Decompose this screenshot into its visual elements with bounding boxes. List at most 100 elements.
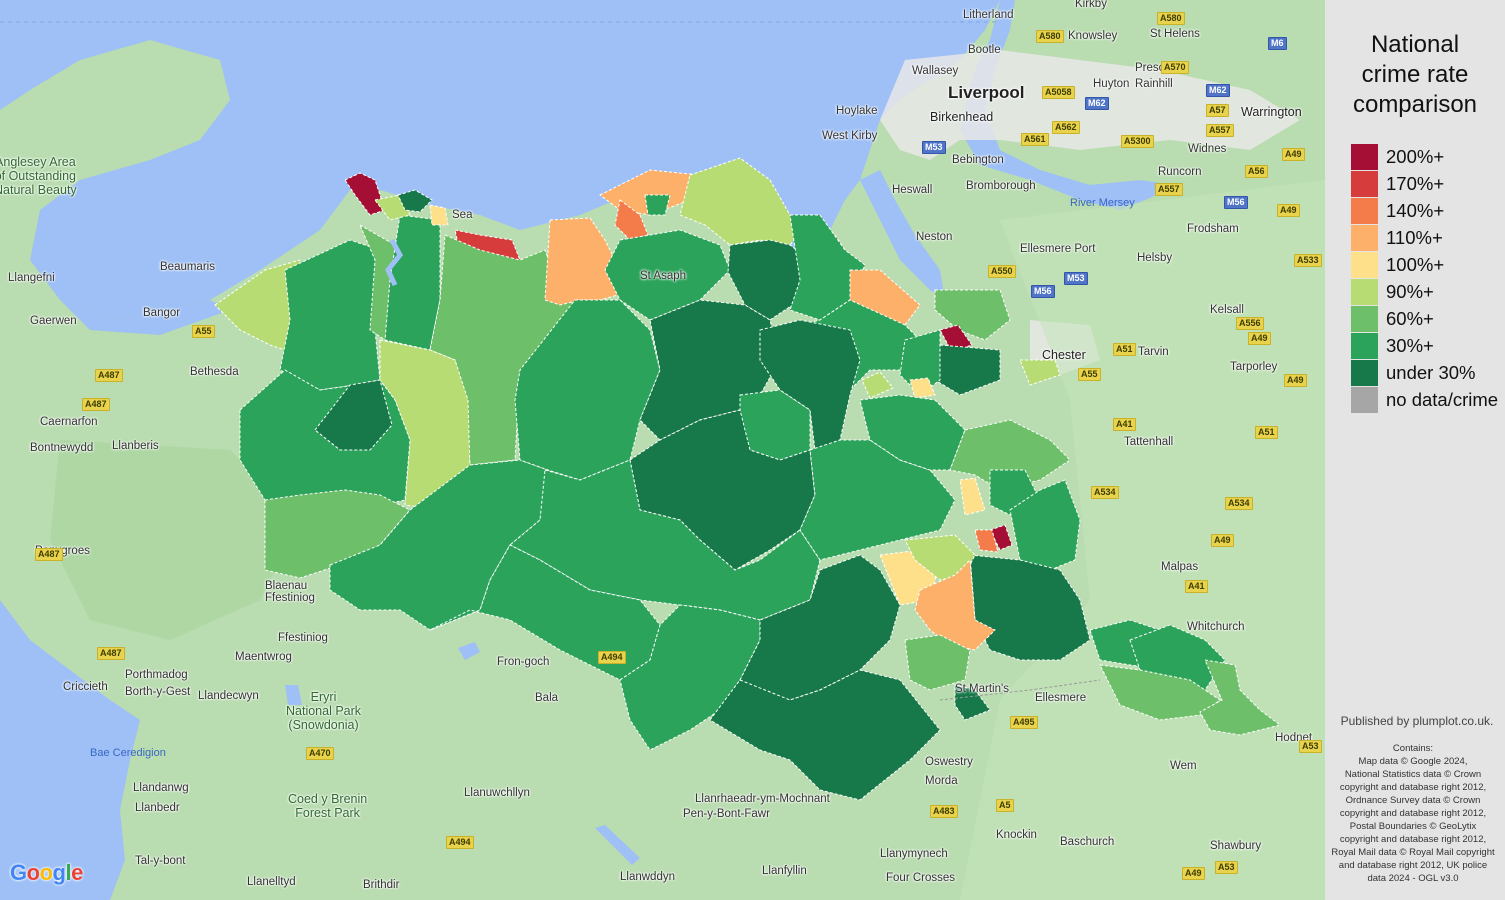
place-label: Knockin <box>996 829 1037 841</box>
road-shield: A53 <box>1299 740 1322 753</box>
place-label: Llanrhaeadr-ym-Mochnant <box>695 793 830 805</box>
road-shield: A562 <box>1052 121 1080 134</box>
place-label: Hoylake <box>836 105 878 117</box>
place-label: St Helens <box>1150 28 1200 40</box>
legend-label: 140%+ <box>1386 199 1445 221</box>
place-label: Llandanwg <box>133 782 189 794</box>
legend-label: 200%+ <box>1386 145 1445 167</box>
place-label: Heswall <box>892 184 933 196</box>
place-label: Bontnewydd <box>30 442 94 454</box>
road-shield: A49 <box>1182 867 1205 880</box>
road-shield: A534 <box>1091 486 1119 499</box>
place-label: Helsby <box>1137 252 1173 264</box>
place-label: Tarporley <box>1230 361 1278 373</box>
road-shield: A557 <box>1155 183 1183 196</box>
place-label: Sea <box>452 209 473 221</box>
road-shield: A580 <box>1157 12 1185 25</box>
road-shield: A5300 <box>1121 135 1154 148</box>
legend-swatch <box>1351 278 1378 305</box>
place-label: Malpas <box>1161 561 1199 573</box>
place-label: Birkenhead <box>930 110 994 124</box>
place-label: Llanelltyd <box>247 876 296 888</box>
road-shield: A49 <box>1284 374 1307 387</box>
google-logo: Google <box>10 860 83 885</box>
place-label: Anglesey Area of Outstanding Natural Bea… <box>0 155 77 197</box>
road-shield: A41 <box>1113 418 1136 431</box>
legend-item: 140%+ <box>1351 197 1444 224</box>
place-label: Criccieth <box>63 681 108 693</box>
legend-swatch <box>1351 332 1378 359</box>
region-mold-pt1 <box>861 371 894 399</box>
legend-label: 110%+ <box>1386 226 1443 248</box>
place-label: Runcorn <box>1158 166 1202 178</box>
region-ceiriog <box>709 669 941 801</box>
place-label: Ffestiniog <box>278 632 328 644</box>
road-shield: A561 <box>1021 133 1049 146</box>
place-label: Llangefni <box>8 272 55 284</box>
place-label: Llanwddyn <box>620 871 675 883</box>
place-label: Ellesmere Port <box>1020 243 1096 255</box>
legend-label: 30%+ <box>1386 334 1434 356</box>
road-shield: A55 <box>1078 368 1101 381</box>
legend-item: under 30% <box>1351 359 1475 386</box>
region-rossett-e <box>959 477 986 516</box>
place-label: Llanbedr <box>135 802 180 814</box>
legend-label: 100%+ <box>1386 253 1445 275</box>
road-shield: A494 <box>446 836 474 849</box>
lake-vyrnwy <box>595 825 640 865</box>
road-shield: A49 <box>1248 332 1271 345</box>
place-label: Bromborough <box>966 180 1036 192</box>
road-shield: M62 <box>1206 84 1230 97</box>
road-shield: A494 <box>598 651 626 664</box>
legend-swatch <box>1351 305 1378 332</box>
road-shield: A487 <box>82 398 110 411</box>
bala-lake <box>458 642 480 660</box>
legend-swatch <box>1351 170 1378 197</box>
place-label: Neston <box>916 231 953 243</box>
legend-label: 90%+ <box>1386 280 1434 302</box>
legend-item: 110%+ <box>1351 224 1443 251</box>
legend-item: 60%+ <box>1351 305 1434 332</box>
legend-swatch <box>1351 386 1378 413</box>
legend-panel: National crime rate comparison 200%+ 170%… <box>1325 0 1505 900</box>
road-shield: A483 <box>930 805 958 818</box>
place-label: Bala <box>535 692 559 704</box>
place-label: Huyton <box>1093 78 1130 90</box>
legend-item: 90%+ <box>1351 278 1434 305</box>
place-label: Fron-goch <box>497 656 550 668</box>
region-broughton-east <box>1019 359 1061 386</box>
place-label: Llanberis <box>112 440 159 452</box>
region-marchwiel <box>969 554 1091 661</box>
road-shield: A5058 <box>1042 86 1075 99</box>
legend-item: 30%+ <box>1351 332 1434 359</box>
road-shield: M56 <box>1031 285 1055 298</box>
road-shield: A49 <box>1282 148 1305 161</box>
legend-label: under 30% <box>1386 361 1476 383</box>
legend-label: 60%+ <box>1386 307 1434 329</box>
place-label: Whitchurch <box>1187 621 1245 633</box>
map-area[interactable]: Litherland Kirkby Knowsley St Helens Bootle W… <box>0 0 1325 900</box>
road-shield: A495 <box>1010 716 1038 729</box>
place-label: Warrington <box>1241 105 1302 119</box>
region-betws <box>239 369 411 511</box>
road-shield: M53 <box>1064 272 1088 285</box>
place-label: Brithdir <box>363 879 400 891</box>
legend-label: 170%+ <box>1386 172 1445 194</box>
road-shield: A580 <box>1036 30 1064 43</box>
road-shield: A5 <box>996 799 1014 812</box>
place-label: Llandecwyn <box>198 690 259 702</box>
legend-swatch <box>1351 224 1378 251</box>
legend-swatch <box>1351 251 1378 278</box>
place-label: Maentwrog <box>235 651 292 663</box>
road-shield: A56 <box>1245 165 1268 178</box>
place-label: Liverpool <box>948 83 1025 102</box>
place-label: Knowsley <box>1068 30 1118 42</box>
road-shield: A41 <box>1185 580 1208 593</box>
place-label: Widnes <box>1188 143 1227 155</box>
place-label: Tal-y-bont <box>135 855 186 867</box>
road-shield: A55 <box>192 325 215 338</box>
place-label: St Asaph <box>640 270 687 282</box>
place-label: Baschurch <box>1060 836 1115 848</box>
road-shield: A550 <box>988 265 1016 278</box>
road-shield: A533 <box>1294 254 1322 267</box>
